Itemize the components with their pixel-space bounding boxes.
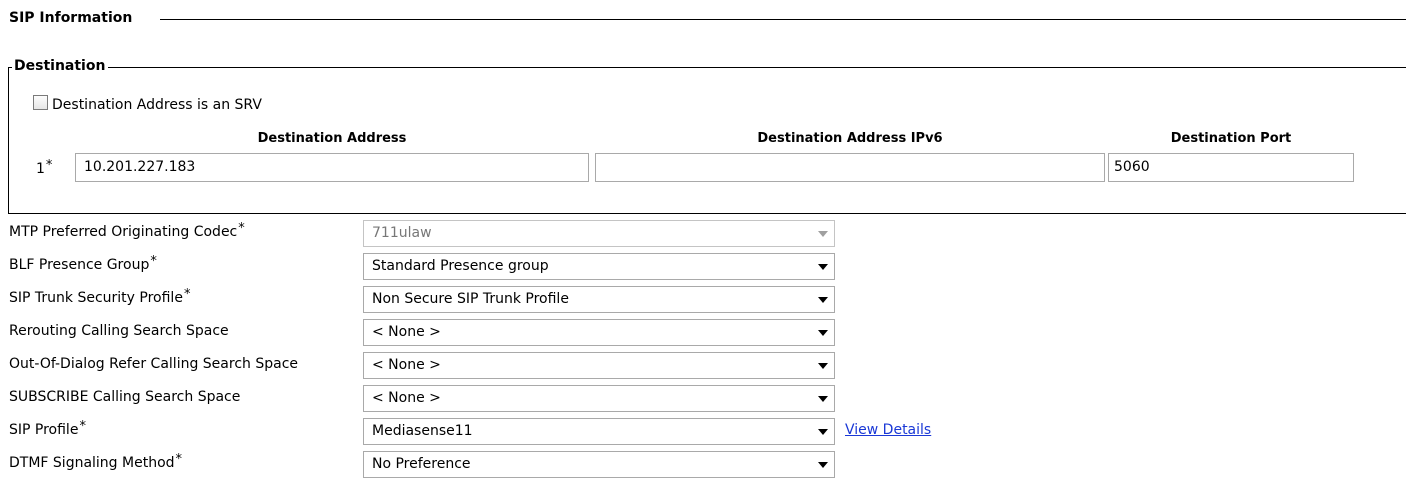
destination-port-input[interactable]: 5060 [1108, 153, 1354, 182]
chevron-down-icon [818, 396, 828, 402]
col-header-destination-ipv6: Destination Address IPv6 [757, 131, 943, 146]
required-mark: * [45, 158, 53, 173]
label-sip-profile: SIP Profile* [9, 419, 86, 438]
label-mtp-preferred-codec: MTP Preferred Originating Codec* [9, 221, 245, 240]
label-sip-trunk-security-profile: SIP Trunk Security Profile* [9, 287, 191, 306]
destination-title: Destination [12, 58, 109, 74]
srv-checkbox[interactable] [33, 95, 48, 110]
select-value: Non Secure SIP Trunk Profile [372, 291, 569, 307]
srv-checkbox-label: Destination Address is an SRV [52, 97, 262, 113]
label-dtmf-signaling-method: DTMF Signaling Method* [9, 452, 183, 471]
select-value: Standard Presence group [372, 258, 549, 274]
select-out-of-dialog-refer-css[interactable]: < None > [363, 352, 835, 379]
label-subscribe-css: SUBSCRIBE Calling Search Space [9, 389, 241, 405]
label-blf-presence-group: BLF Presence Group* [9, 254, 157, 273]
select-dtmf-signaling-method[interactable]: No Preference [363, 451, 835, 478]
chevron-down-icon [818, 330, 828, 336]
sip-info-title: SIP Information [9, 10, 136, 26]
destination-row-index: 1* [36, 158, 53, 177]
chevron-down-icon [818, 462, 828, 468]
col-header-destination-port: Destination Port [1170, 131, 1292, 146]
chevron-down-icon [818, 429, 828, 435]
chevron-down-icon [818, 363, 828, 369]
select-value: No Preference [372, 456, 471, 472]
row-number: 1 [36, 161, 45, 177]
label-rerouting-css: Rerouting Calling Search Space [9, 323, 229, 339]
chevron-down-icon [818, 231, 828, 237]
destination-ipv6-input[interactable] [595, 153, 1105, 182]
view-details-link[interactable]: View Details [845, 422, 931, 438]
select-value: < None > [372, 357, 441, 373]
sip-info-top-line [160, 19, 1406, 20]
select-value: 711ulaw [372, 225, 432, 241]
select-sip-profile[interactable]: Mediasense11 [363, 418, 835, 445]
chevron-down-icon [818, 264, 828, 270]
select-blf-presence-group[interactable]: Standard Presence group [363, 253, 835, 280]
select-value: Mediasense11 [372, 423, 473, 439]
destination-address-input[interactable]: 10.201.227.183 [75, 153, 589, 182]
select-value: < None > [372, 324, 441, 340]
chevron-down-icon [818, 297, 828, 303]
destination-top-line [8, 67, 1406, 68]
label-out-of-dialog-refer-css: Out-Of-Dialog Refer Calling Search Space [9, 356, 299, 372]
col-header-destination-address: Destination Address [257, 131, 407, 146]
select-value: < None > [372, 390, 441, 406]
select-mtp-preferred-codec[interactable]: 711ulaw [363, 220, 835, 247]
select-rerouting-css[interactable]: < None > [363, 319, 835, 346]
destination-bottom-line [8, 213, 1406, 214]
destination-left-line [8, 67, 9, 214]
select-sip-trunk-security-profile[interactable]: Non Secure SIP Trunk Profile [363, 286, 835, 313]
select-subscribe-css[interactable]: < None > [363, 385, 835, 412]
